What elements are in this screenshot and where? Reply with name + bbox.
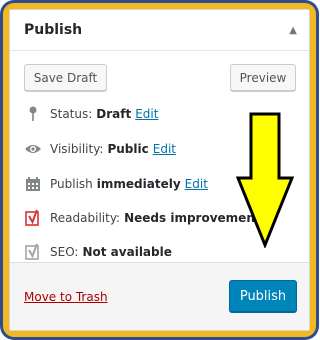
calendar-icon xyxy=(24,175,42,193)
move-to-trash-link[interactable]: Move to Trash xyxy=(24,290,108,304)
major-publishing-actions: Move to Trash Publish xyxy=(10,262,309,330)
arrow-down-icon xyxy=(236,112,294,248)
status-value: Draft xyxy=(96,107,132,121)
status-label: Status: xyxy=(50,107,93,121)
save-draft-button[interactable]: Save Draft xyxy=(24,64,107,91)
schedule-value: immediately xyxy=(96,177,181,191)
metabox-title: Publish xyxy=(24,22,83,38)
seo-label: SEO: xyxy=(50,245,79,259)
metabox-header[interactable]: Publish ▲ xyxy=(10,10,309,51)
visibility-label: Visibility: xyxy=(50,142,104,156)
yoast-readability-icon xyxy=(24,209,42,227)
visibility-row: Visibility: Public Edit xyxy=(24,140,176,158)
status-edit-link[interactable]: Edit xyxy=(135,107,158,121)
seo-value: Not available xyxy=(82,245,172,259)
readability-label: Readability: xyxy=(50,211,121,225)
publish-button[interactable]: Publish xyxy=(229,280,297,312)
preview-button[interactable]: Preview xyxy=(230,64,296,91)
readability-row: Readability: Needs improvement xyxy=(24,209,265,227)
collapse-toggle-icon[interactable]: ▲ xyxy=(289,25,297,36)
yoast-seo-icon xyxy=(24,243,42,261)
visibility-value: Public xyxy=(107,142,149,156)
eye-icon xyxy=(24,140,42,158)
seo-row: SEO: Not available xyxy=(24,243,176,261)
visibility-edit-link[interactable]: Edit xyxy=(153,142,176,156)
pin-icon xyxy=(24,105,42,123)
schedule-row: Publish immediately Edit xyxy=(24,175,208,193)
schedule-label: Publish xyxy=(50,177,93,191)
minor-publishing-actions: Save Draft Preview xyxy=(10,51,309,95)
schedule-edit-link[interactable]: Edit xyxy=(185,177,208,191)
status-row: Status: Draft Edit xyxy=(24,105,158,123)
